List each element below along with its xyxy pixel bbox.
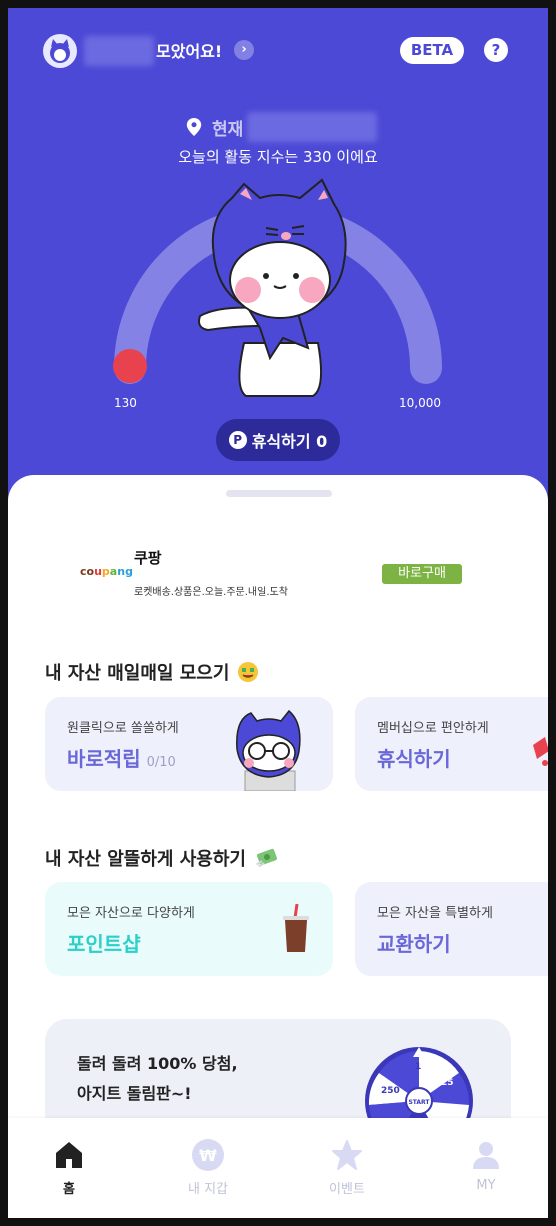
section-title-collect-label: 내 자산 매일매일 모으기 bbox=[45, 663, 230, 684]
gauge-max-label: 10,000 bbox=[399, 396, 441, 410]
quick-earn-count: 0/10 bbox=[146, 755, 176, 770]
ad-description: 로켓배송.상품은.오늘.주문.내일.도착 bbox=[134, 587, 288, 598]
bottom-nav: 홈 ₩ 내 지갑 이벤트 MY bbox=[8, 1118, 548, 1218]
membership-rest-card[interactable]: 멤버십으로 편안하게 휴식하기 bbox=[355, 697, 548, 791]
location-blurred bbox=[247, 112, 378, 142]
activity-gauge bbox=[113, 178, 442, 397]
membership-subtitle: 멤버십으로 편안하게 bbox=[377, 721, 489, 736]
point-icon: P bbox=[228, 431, 247, 449]
header: 모았어요! › BETA ? bbox=[8, 8, 548, 98]
sheet-handle[interactable] bbox=[226, 490, 332, 497]
nav-home[interactable]: 홈 bbox=[24, 1138, 114, 1197]
nav-my-label: MY bbox=[476, 1178, 496, 1193]
roulette-segment-25: 25 bbox=[441, 1078, 454, 1088]
quick-earn-subtitle: 원클릭으로 쏠쏠하게 bbox=[67, 721, 179, 736]
roulette-line1: 돌려 돌려 100% 당첨, bbox=[77, 1054, 238, 1073]
ad-title: 쿠팡 bbox=[134, 549, 162, 567]
collect-text: 모았어요! bbox=[156, 42, 223, 61]
beta-badge[interactable]: BETA bbox=[400, 37, 464, 64]
nav-wallet-label: 내 지갑 bbox=[187, 1182, 228, 1197]
point-shop-subtitle: 모은 자산으로 다양하게 bbox=[67, 906, 195, 921]
exchange-card[interactable]: 모은 자산을 특별하게 교환하기 bbox=[355, 882, 548, 976]
membership-title: 휴식하기 bbox=[377, 747, 451, 771]
cat-glasses-illustration bbox=[236, 709, 301, 791]
location-row[interactable]: 현재 bbox=[186, 112, 378, 142]
exchange-title: 교환하기 bbox=[377, 932, 451, 956]
location-label: 현재 bbox=[212, 119, 244, 140]
star-icon bbox=[332, 1140, 362, 1170]
nav-my[interactable]: MY bbox=[441, 1138, 531, 1193]
location-pin-icon bbox=[186, 118, 202, 136]
help-button[interactable]: ? bbox=[484, 38, 508, 62]
cat-avatar-icon bbox=[50, 39, 70, 63]
username-blurred bbox=[84, 36, 154, 66]
rest-points-label: 휴식하기 0 bbox=[251, 432, 328, 451]
exchange-subtitle: 모은 자산을 특별하게 bbox=[377, 906, 493, 921]
nav-home-label: 홈 bbox=[63, 1182, 75, 1197]
content-sheet: coupang 쿠팡 로켓배송.상품은.오늘.주문.내일.도착 바로구매 내 자… bbox=[8, 475, 548, 1218]
coffee-cup-icon bbox=[283, 904, 309, 952]
gauge-marker bbox=[113, 349, 147, 383]
section-title-use-label: 내 자산 알뜰하게 사용하기 bbox=[45, 849, 246, 870]
chevron-right-icon[interactable]: › bbox=[234, 40, 254, 60]
svg-text:₩: ₩ bbox=[199, 1146, 217, 1165]
avatar[interactable] bbox=[43, 34, 77, 68]
won-coin-icon: ₩ bbox=[192, 1139, 224, 1171]
person-icon bbox=[473, 1142, 499, 1169]
gift-illustration bbox=[533, 737, 548, 766]
cat-mascot-illustration bbox=[198, 178, 347, 397]
roulette-start: START bbox=[408, 1099, 430, 1106]
coupang-logo: coupang bbox=[80, 565, 133, 578]
nav-wallet[interactable]: ₩ 내 지갑 bbox=[163, 1138, 253, 1197]
buy-now-button[interactable]: 바로구매 bbox=[382, 564, 462, 584]
home-icon bbox=[56, 1142, 82, 1168]
roulette-segment-250: 250 bbox=[381, 1086, 400, 1096]
roulette-line2: 아지트 돌림판~! bbox=[77, 1084, 192, 1103]
money-face-icon bbox=[238, 662, 259, 682]
point-shop-title: 포인트샵 bbox=[67, 932, 141, 956]
roulette-text: 돌려 돌려 100% 당첨, 아지트 돌림판~! bbox=[77, 1049, 238, 1109]
gauge-min-label: 130 bbox=[114, 396, 137, 410]
point-shop-card[interactable]: 모은 자산으로 다양하게 포인트샵 bbox=[45, 882, 333, 976]
nav-event[interactable]: 이벤트 bbox=[302, 1138, 392, 1197]
roulette-segment-1: 1 bbox=[415, 1062, 421, 1072]
quick-earn-card[interactable]: 원클릭으로 쏠쏠하게 바로적립 0/10 bbox=[45, 697, 333, 791]
quick-earn-title: 바로적립 0/10 bbox=[67, 743, 176, 772]
section-title-collect: 내 자산 매일매일 모으기 bbox=[45, 659, 259, 685]
quick-earn-title-text: 바로적립 bbox=[67, 747, 141, 771]
nav-event-label: 이벤트 bbox=[329, 1182, 365, 1197]
section-title-use: 내 자산 알뜰하게 사용하기 bbox=[45, 845, 280, 871]
rest-points-button[interactable]: P 휴식하기 0 bbox=[216, 419, 340, 461]
flying-money-icon bbox=[255, 848, 277, 868]
app-frame: 모았어요! › BETA ? 현재 오늘의 활동 지수는 330 이에요 130… bbox=[8, 8, 548, 1218]
